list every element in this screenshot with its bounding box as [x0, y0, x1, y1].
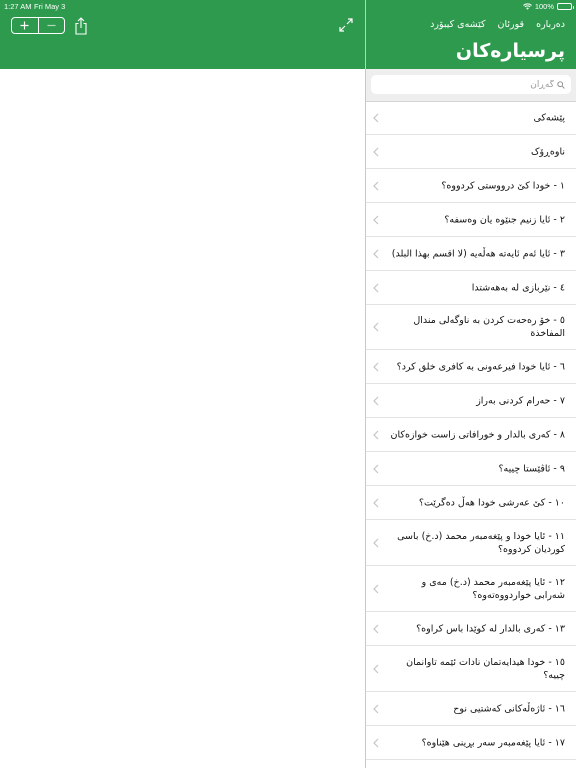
- chevron-left-icon: [373, 704, 379, 713]
- list-item[interactable]: ١٥ - خودا هیدایەتمان نادات ئێمە تاوانمان…: [366, 646, 576, 692]
- share-icon[interactable]: [74, 17, 88, 35]
- list-item[interactable]: ٨ - کەری بالدار و خورافاتی زاست خوازەکان: [366, 418, 576, 452]
- list-item-label: ١٠ - کێ عەرشی خودا هەڵ دەگرێت؟: [418, 497, 565, 508]
- search-input[interactable]: [384, 79, 554, 90]
- list-item-label: ١ - خودا کێ درووستی کردووە؟: [441, 180, 565, 191]
- app-root: 1:27 AM Fri May 3 100% دەربارە قورئان کێ…: [0, 0, 576, 768]
- list-item-label: پێشەکی: [533, 112, 565, 124]
- list-item-label: ٦ - ئایا خودا فیرعەونی بە کافری خلق کرد؟: [396, 361, 565, 372]
- page-title: پرسیارەکان: [455, 40, 565, 62]
- list-item-label: ٧ - حەرام کردنی بەراز: [476, 395, 565, 406]
- battery-icon: [557, 3, 574, 10]
- chevron-left-icon: [373, 738, 379, 747]
- list-item[interactable]: ١٧ - ئایا پێغەمبەر سەر بڕینی هێناوە؟: [366, 726, 576, 760]
- list-item[interactable]: ١ - خودا کێ درووستی کردووە؟: [366, 169, 576, 203]
- list-item-label: ناوەڕۆک: [531, 146, 565, 157]
- list-item-label: ١٥ - خودا هیدایەتمان نادات ئێمە تاوانمان…: [406, 656, 565, 681]
- question-list: پێشەکی ناوەڕۆک ١ - خودا کێ درووستی کردووە؟…: [366, 102, 576, 760]
- search-box[interactable]: [371, 75, 571, 94]
- list-item[interactable]: ١٢ - ئایا پێغەمبەر محمد (د.خ) مەی و شەرا…: [366, 566, 576, 612]
- expand-icon[interactable]: [339, 18, 353, 32]
- chevron-left-icon: [373, 664, 379, 673]
- chevron-left-icon: [373, 584, 379, 593]
- list-item-label: ١٦ - ئاژەڵەکانی کەشتیی نوح: [453, 703, 565, 714]
- list-item[interactable]: ١٣ - کەری بالدار لە کوێدا باس کراوە؟: [366, 612, 576, 646]
- list-item-label: ١١ - ئایا خودا و پێغەمبەر محمد (د.خ) باس…: [397, 530, 565, 555]
- plus-icon: [20, 21, 29, 30]
- chevron-left-icon: [373, 147, 379, 156]
- list-item[interactable]: ناوەڕۆک: [366, 135, 576, 169]
- list-item[interactable]: پێشەکی: [366, 102, 576, 135]
- list-item-label: ٢ - ئایا زنیم جنێوە یان وەسفە؟: [444, 214, 565, 225]
- chevron-left-icon: [373, 430, 379, 439]
- nav-about[interactable]: دەربارە: [536, 19, 565, 30]
- list-item-label: ٤ - نێربازی لە بەهەشتدا: [471, 282, 565, 293]
- split-divider: [365, 0, 366, 768]
- battery-percent: 100%: [534, 2, 554, 11]
- chevron-left-icon: [373, 538, 379, 547]
- wifi-icon: [522, 3, 532, 10]
- chevron-left-icon: [373, 249, 379, 258]
- search-bar: [366, 69, 576, 101]
- list-item[interactable]: ٥ - خۆ رەحەت کردن بە ناوگەلی مندال المفا…: [366, 305, 576, 350]
- list-item-label: ١٣ - کەری بالدار لە کوێدا باس کراوە؟: [416, 623, 565, 634]
- search-icon: [557, 80, 565, 89]
- font-size-stepper[interactable]: [11, 17, 65, 34]
- status-right: 100%: [522, 2, 574, 11]
- list-item-label: ٨ - کەری بالدار و خورافاتی زاست خوازەکان: [390, 429, 565, 440]
- chevron-left-icon: [373, 362, 379, 371]
- list-item[interactable]: ١٠ - کێ عەرشی خودا هەڵ دەگرێت؟: [366, 486, 576, 520]
- status-date: Fri May 3: [34, 2, 66, 11]
- nav-keyboard-issue[interactable]: کێشەی کیبۆرد: [430, 19, 485, 30]
- chevron-left-icon: [373, 624, 379, 633]
- nav-links: دەربارە قورئان کێشەی کیبۆرد: [430, 19, 565, 30]
- list-item-label: ٣ - ئایا ئەم ئایەتە هەڵەیە (لا اقسم بهذا…: [391, 248, 565, 259]
- minus-icon: [47, 24, 56, 27]
- chevron-left-icon: [373, 322, 379, 332]
- list-item[interactable]: ٣ - ئایا ئەم ئایەتە هەڵەیە (لا اقسم بهذا…: [366, 237, 576, 271]
- list-item-label: ٥ - خۆ رەحەت کردن بە ناوگەلی مندال المفا…: [413, 315, 565, 339]
- status-time: 1:27 AM: [4, 2, 32, 11]
- nav-quran[interactable]: قورئان: [498, 19, 525, 30]
- chevron-left-icon: [373, 396, 379, 405]
- list-item[interactable]: ٧ - حەرام کردنی بەراز: [366, 384, 576, 418]
- status-bar: 1:27 AM Fri May 3 100%: [0, 0, 576, 12]
- list-item[interactable]: ٩ - ئاڤێستا چییە؟: [366, 452, 576, 486]
- list-item-label: ١٢ - ئایا پێغەمبەر محمد (د.خ) مەی و شەرا…: [421, 576, 565, 601]
- list-item[interactable]: ٢ - ئایا زنیم جنێوە یان وەسفە؟: [366, 203, 576, 237]
- chevron-left-icon: [373, 181, 379, 190]
- list-item-label: ١٧ - ئایا پێغەمبەر سەر بڕینی هێناوە؟: [421, 737, 565, 748]
- increase-font-button[interactable]: [12, 18, 38, 33]
- detail-content: [0, 69, 365, 768]
- chevron-left-icon: [373, 283, 379, 292]
- list-item[interactable]: ١٦ - ئاژەڵەکانی کەشتیی نوح: [366, 692, 576, 726]
- chevron-left-icon: [373, 498, 379, 507]
- chevron-left-icon: [373, 215, 379, 224]
- chevron-left-icon: [373, 464, 379, 473]
- decrease-font-button[interactable]: [37, 18, 65, 33]
- list-item[interactable]: ١١ - ئایا خودا و پێغەمبەر محمد (د.خ) باس…: [366, 520, 576, 566]
- list-item[interactable]: ٦ - ئایا خودا فیرعەونی بە کافری خلق کرد؟: [366, 350, 576, 384]
- chevron-left-icon: [373, 113, 379, 123]
- list-item-label: ٩ - ئاڤێستا چییە؟: [498, 463, 565, 474]
- list-item[interactable]: ٤ - نێربازی لە بەهەشتدا: [366, 271, 576, 305]
